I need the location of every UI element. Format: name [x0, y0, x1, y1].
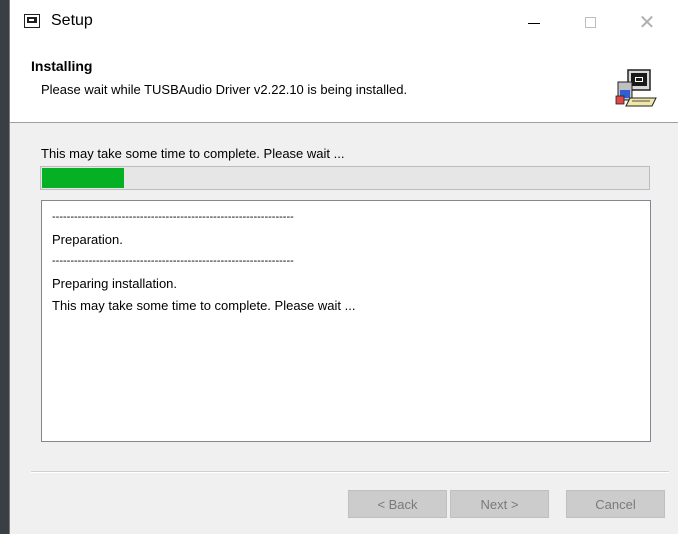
back-button[interactable]: < Back: [348, 490, 447, 518]
page-title: Installing: [31, 58, 93, 74]
maximize-button[interactable]: [567, 0, 613, 44]
installer-computer-icon: [615, 69, 657, 107]
log-separator: ----------------------------------------…: [52, 255, 294, 267]
maximize-icon: [584, 16, 596, 28]
title-bar[interactable]: Setup ✕: [10, 0, 678, 44]
progress-fill: [42, 168, 124, 188]
minimize-button[interactable]: [511, 0, 557, 44]
page-subtitle: Please wait while TUSBAudio Driver v2.22…: [41, 82, 408, 97]
close-icon: ✕: [638, 11, 656, 34]
install-progress-bar: [40, 166, 650, 190]
status-text: This may take some time to complete. Ple…: [41, 146, 345, 161]
log-line: Preparing installation.: [52, 276, 178, 291]
installer-header: Installing Please wait while TUSBAudio D…: [10, 44, 678, 123]
background-strip: [0, 0, 9, 534]
log-separator: ----------------------------------------…: [52, 211, 294, 223]
setup-window: Setup ✕ Installing Please wait while TUS…: [9, 0, 678, 534]
log-line: This may take some time to complete. Ple…: [52, 298, 356, 313]
next-button[interactable]: Next >: [450, 490, 549, 518]
setup-app-icon: [24, 14, 40, 28]
install-log[interactable]: ----------------------------------------…: [41, 200, 651, 442]
footer-divider: [31, 471, 669, 473]
log-line: Preparation.: [52, 232, 123, 247]
window-title: Setup: [51, 12, 93, 29]
close-button[interactable]: ✕: [624, 0, 670, 44]
cancel-button[interactable]: Cancel: [566, 490, 665, 518]
minimize-icon: [528, 22, 540, 24]
